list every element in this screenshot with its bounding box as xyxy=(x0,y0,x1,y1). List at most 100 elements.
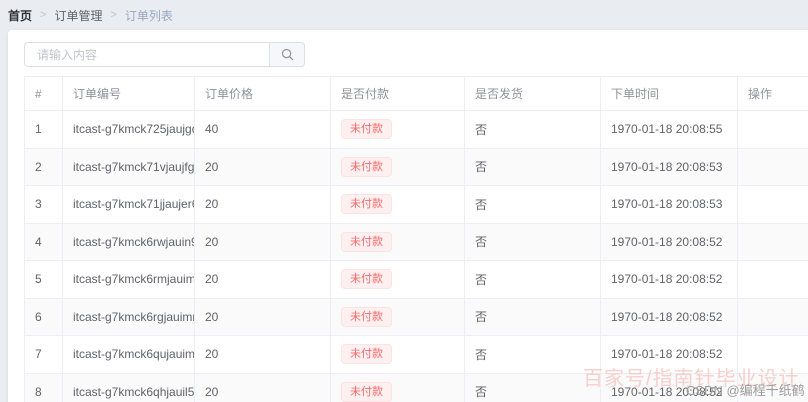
price-cell: 20 xyxy=(195,148,331,186)
order-price: 40 xyxy=(205,122,218,136)
table-row[interactable]: 8 itcast-g7kmck6qhjauil5g2 20 未付款 否 1970… xyxy=(25,373,808,402)
table-row[interactable]: 7 itcast-g7kmck6qujauim7bv 20 未付款 否 1970… xyxy=(25,336,808,374)
col-header-actions: 操作 xyxy=(738,77,808,111)
order-price: 20 xyxy=(205,272,218,286)
row-index: 2 xyxy=(35,160,42,174)
row-index: 5 xyxy=(35,272,42,286)
row-index: 4 xyxy=(35,235,42,249)
content-card: # 订单编号 订单价格 是否付款 是否发货 下单时间 操作 1 itcast-g… xyxy=(8,30,808,402)
row-index: 3 xyxy=(35,197,42,211)
order-no-cell: itcast-g7kmck6rwjauin92y xyxy=(63,223,195,261)
pay-status-cell: 未付款 xyxy=(331,261,465,299)
order-no: itcast-g7kmck6rgjauimnw4 xyxy=(73,310,195,324)
delivery-status-cell: 否 xyxy=(465,186,601,224)
order-no: itcast-g7kmck71vjaujfgoi xyxy=(73,160,195,174)
breadcrumb: 首页 > 订单管理 > 订单列表 xyxy=(8,0,173,30)
table-row[interactable]: 6 itcast-g7kmck6rgjauimnw4 20 未付款 否 1970… xyxy=(25,298,808,336)
order-time-cell: 1970-01-18 20:08:52 xyxy=(601,261,738,299)
delivery-status-cell: 否 xyxy=(465,336,601,374)
actions-cell xyxy=(738,373,808,402)
price-cell: 20 xyxy=(195,186,331,224)
pay-status-cell: 未付款 xyxy=(331,223,465,261)
order-price: 20 xyxy=(205,197,218,211)
order-time-cell: 1970-01-18 20:08:53 xyxy=(601,148,738,186)
orders-table: # 订单编号 订单价格 是否付款 是否发货 下单时间 操作 1 itcast-g… xyxy=(24,76,808,402)
pay-status-cell: 未付款 xyxy=(331,148,465,186)
breadcrumb-item-order-list: 订单列表 xyxy=(125,7,173,24)
pay-status-badge: 未付款 xyxy=(341,307,392,327)
search-icon xyxy=(281,48,294,61)
row-index-cell: 2 xyxy=(25,148,63,186)
order-no: itcast-g7kmck6qujauim7bv xyxy=(73,347,195,361)
actions-cell xyxy=(738,111,808,149)
delivery-status: 否 xyxy=(475,123,487,137)
col-header-order-time: 下单时间 xyxy=(601,77,738,111)
row-index: 8 xyxy=(35,385,42,399)
row-index-cell: 1 xyxy=(25,111,63,149)
order-time-cell: 1970-01-18 20:08:52 xyxy=(601,336,738,374)
delivery-status: 否 xyxy=(475,273,487,287)
breadcrumb-item-home[interactable]: 首页 xyxy=(8,7,32,24)
delivery-status: 否 xyxy=(475,235,487,249)
delivery-status: 否 xyxy=(475,385,487,399)
actions-cell xyxy=(738,223,808,261)
breadcrumb-item-order-management[interactable]: 订单管理 xyxy=(54,7,102,24)
order-time: 1970-01-18 20:08:55 xyxy=(611,122,722,136)
order-price: 20 xyxy=(205,347,218,361)
order-time-cell: 1970-01-18 20:08:52 xyxy=(601,298,738,336)
search-input[interactable] xyxy=(25,43,269,66)
col-header-delivery-status: 是否发货 xyxy=(465,77,601,111)
delivery-status-cell: 否 xyxy=(465,223,601,261)
order-no: itcast-g7kmck725jaujgdts xyxy=(73,122,195,136)
pay-status-badge: 未付款 xyxy=(341,344,392,364)
order-no: itcast-g7kmck6rwjauin92y xyxy=(73,235,195,249)
delivery-status: 否 xyxy=(475,348,487,362)
breadcrumb-separator-icon: > xyxy=(110,9,116,21)
order-time-cell: 1970-01-18 20:08:52 xyxy=(601,223,738,261)
order-time: 1970-01-18 20:08:52 xyxy=(611,235,722,249)
breadcrumb-separator-icon: > xyxy=(40,9,46,21)
pay-status-cell: 未付款 xyxy=(331,111,465,149)
table-row[interactable]: 1 itcast-g7kmck725jaujgdts 40 未付款 否 1970… xyxy=(25,111,808,149)
order-time: 1970-01-18 20:08:52 xyxy=(611,272,722,286)
actions-cell xyxy=(738,186,808,224)
pay-status-badge: 未付款 xyxy=(341,232,392,252)
order-no-cell: itcast-g7kmck6qujauim7bv xyxy=(63,336,195,374)
actions-cell xyxy=(738,148,808,186)
order-time-cell: 1970-01-18 20:08:52 xyxy=(601,373,738,402)
pay-status-badge: 未付款 xyxy=(341,157,392,177)
search-button[interactable] xyxy=(269,43,304,66)
order-no-cell: itcast-g7kmck725jaujgdts xyxy=(63,111,195,149)
order-time-cell: 1970-01-18 20:08:53 xyxy=(601,186,738,224)
order-no-cell: itcast-g7kmck6qhjauil5g2 xyxy=(63,373,195,402)
row-index-cell: 7 xyxy=(25,336,63,374)
pay-status-badge: 未付款 xyxy=(341,382,392,402)
order-price: 20 xyxy=(205,310,218,324)
delivery-status-cell: 否 xyxy=(465,148,601,186)
col-header-order-no: 订单编号 xyxy=(63,77,195,111)
order-price: 20 xyxy=(205,235,218,249)
row-index-cell: 5 xyxy=(25,261,63,299)
delivery-status-cell: 否 xyxy=(465,298,601,336)
order-time: 1970-01-18 20:08:53 xyxy=(611,197,722,211)
row-index-cell: 3 xyxy=(25,186,63,224)
table-row[interactable]: 3 itcast-g7kmck71jjaujer6a 20 未付款 否 1970… xyxy=(25,186,808,224)
table-row[interactable]: 4 itcast-g7kmck6rwjauin92y 20 未付款 否 1970… xyxy=(25,223,808,261)
row-index-cell: 4 xyxy=(25,223,63,261)
delivery-status-cell: 否 xyxy=(465,261,601,299)
price-cell: 20 xyxy=(195,223,331,261)
order-price: 20 xyxy=(205,385,218,399)
order-time-cell: 1970-01-18 20:08:55 xyxy=(601,111,738,149)
col-header-pay-status: 是否付款 xyxy=(331,77,465,111)
price-cell: 20 xyxy=(195,261,331,299)
table-row[interactable]: 2 itcast-g7kmck71vjaujfgoi 20 未付款 否 1970… xyxy=(25,148,808,186)
col-header-index: # xyxy=(25,77,63,111)
table-row[interactable]: 5 itcast-g7kmck6rmjauimx8v 20 未付款 否 1970… xyxy=(25,261,808,299)
delivery-status-cell: 否 xyxy=(465,373,601,402)
price-cell: 20 xyxy=(195,373,331,402)
delivery-status-cell: 否 xyxy=(465,111,601,149)
order-no: itcast-g7kmck6qhjauil5g2 xyxy=(73,385,195,399)
order-time: 1970-01-18 20:08:52 xyxy=(611,385,722,399)
order-no-cell: itcast-g7kmck6rgjauimnw4 xyxy=(63,298,195,336)
order-no: itcast-g7kmck71jjaujer6a xyxy=(73,197,195,211)
